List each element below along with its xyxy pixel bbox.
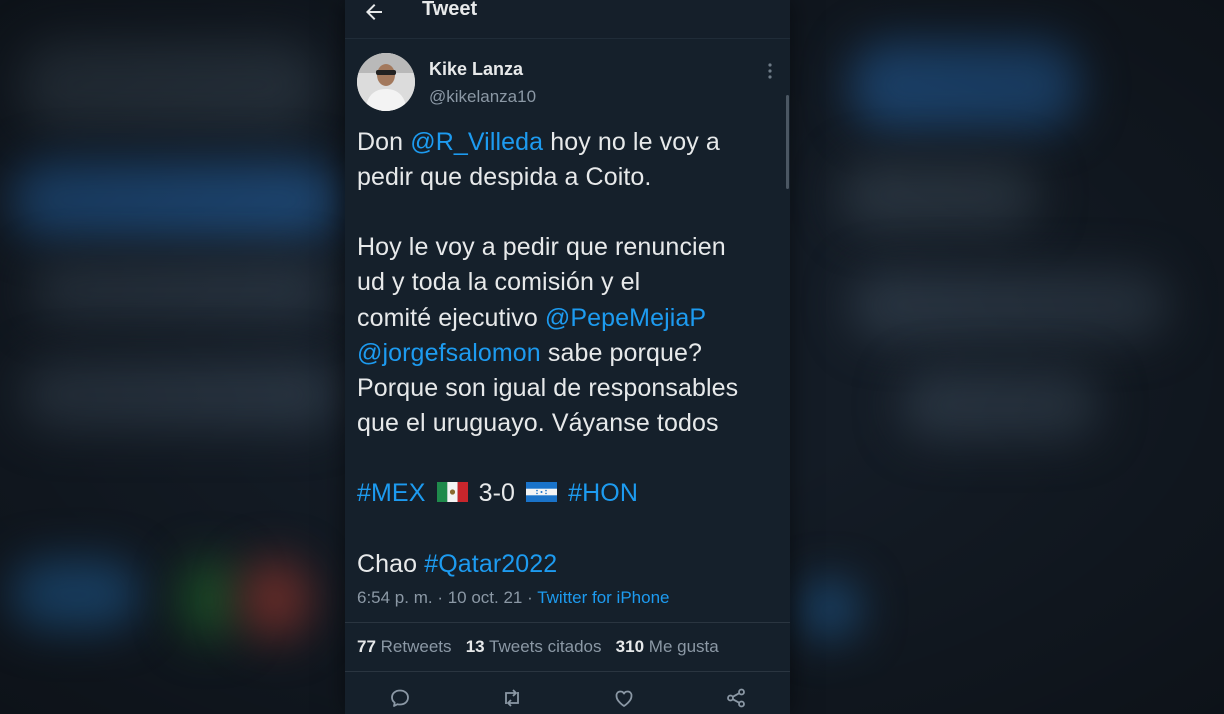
mention-link[interactable]: @R_Villeda [410, 128, 543, 156]
mention-link[interactable]: @jorgefsalomon [357, 339, 541, 367]
divider [345, 671, 790, 672]
hashtag-link[interactable]: #Qatar2022 [424, 550, 557, 578]
scrollbar[interactable] [786, 95, 789, 189]
tweet-text: sabe porque? [540, 339, 702, 367]
match-result: 3-0 [478, 479, 516, 507]
tweet-line: Don @R_Villeda hoy no le voy a [357, 128, 720, 157]
tweet-screen: Tweet Kike Lanza @kikelanza10 Don @R_Vil… [345, 0, 790, 714]
quotes-label: Tweets citados [489, 637, 602, 656]
reply-icon[interactable] [388, 686, 412, 710]
mention-link[interactable]: @PepeMejiaP [545, 304, 706, 332]
retweets-count: 77 [357, 637, 376, 656]
retweets-stat[interactable]: 77 Retweets [357, 637, 452, 656]
tweet-line: Porque son igual de responsables [357, 374, 739, 402]
tweet-line: Hoy le voy a pedir que renuncien [357, 233, 726, 261]
tweet-source[interactable]: Twitter for iPhone [537, 588, 669, 607]
likes-label: Me gusta [648, 637, 719, 656]
avatar[interactable] [357, 53, 415, 111]
tweet-meta: 6:54 p. m. · 10 oct. 21 · Twitter for iP… [357, 588, 669, 608]
meta-separator: · [522, 588, 538, 607]
tweet-line: que el uruguayo. Váyanse todos [357, 409, 719, 437]
author-handle[interactable]: @kikelanza10 [429, 87, 536, 107]
hashtag-link[interactable]: #HON [568, 479, 638, 507]
retweet-icon[interactable] [500, 686, 524, 710]
divider [345, 622, 790, 623]
top-bar: Tweet [345, 0, 790, 39]
retweets-label: Retweets [380, 637, 452, 656]
page-title: Tweet [422, 0, 478, 20]
quotes-stat[interactable]: 13 Tweets citados [466, 637, 602, 656]
tweet-text: Don [357, 128, 411, 156]
arrow-left-icon[interactable] [362, 0, 386, 24]
meta-separator: · [432, 588, 448, 607]
quotes-count: 13 [465, 637, 485, 656]
honduras-flag-icon [526, 482, 558, 503]
tweet-date[interactable]: 10 oct. 21 [448, 588, 523, 607]
score-line: #MEX 3-0 #HON [357, 479, 638, 508]
tweet-line: pedir que despida a Coito. [357, 163, 652, 191]
tweet-text: comité ejecutivo [357, 304, 545, 332]
engagement-stats: 77 Retweets 13 Tweets citados 310 Me gus… [357, 637, 719, 657]
like-icon[interactable] [612, 686, 636, 710]
share-icon[interactable] [724, 686, 748, 710]
tweet-line: ud y toda la comisión y el [357, 268, 641, 296]
author-name[interactable]: Kike Lanza [429, 59, 523, 80]
tweet-line: @jorgefsalomon sabe porque? [357, 339, 702, 368]
tweet-text: Chao [357, 550, 425, 578]
likes-stat[interactable]: 310 Me gusta [616, 637, 719, 656]
more-options-icon[interactable] [763, 61, 777, 81]
tweet-time[interactable]: 6:54 p. m. [357, 588, 433, 607]
tweet-line: comité ejecutivo @PepeMejiaP [357, 304, 706, 333]
hashtag-link[interactable]: #MEX [357, 479, 425, 507]
likes-count: 310 [615, 637, 645, 656]
tweet-text: hoy no le voy a [543, 128, 720, 156]
mexico-flag-icon [436, 482, 468, 503]
tweet-line: Chao #Qatar2022 [357, 550, 557, 579]
